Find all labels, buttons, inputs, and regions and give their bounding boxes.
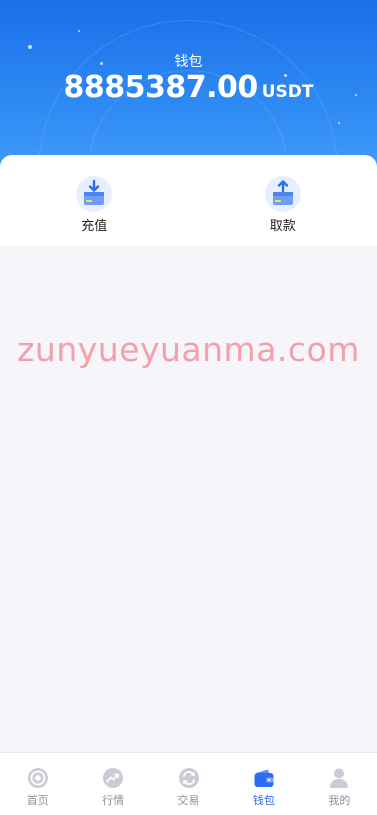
tab-market-label: 行情	[102, 794, 125, 807]
tab-wallet[interactable]: 钱包	[226, 753, 301, 815]
tab-wallet-label: 钱包	[252, 794, 275, 807]
balance-amount: 8885387.00	[63, 70, 258, 105]
decor-dot	[78, 30, 80, 32]
deposit-icon	[76, 176, 113, 212]
tab-profile-label: 我的	[328, 794, 351, 807]
wallet-actions: 充值 取款	[0, 155, 377, 246]
watermark: zunyueyuanma.com	[17, 330, 360, 369]
tab-trade-label: 交易	[177, 794, 200, 807]
tab-market[interactable]: 行情	[75, 753, 150, 815]
profile-icon	[330, 768, 349, 788]
market-icon	[103, 768, 124, 788]
tab-home-label: 首页	[26, 794, 49, 807]
tab-home[interactable]: 首页	[0, 753, 75, 815]
withdraw-icon	[264, 176, 301, 212]
balance-display: 8885387.00 USDT	[0, 70, 377, 105]
wallet-title: 钱包	[174, 54, 203, 70]
withdraw-label: 取款	[269, 219, 296, 234]
deposit-button[interactable]: 充值	[0, 155, 189, 246]
tab-profile[interactable]: 我的	[302, 753, 377, 815]
tab-trade[interactable]: 交易	[151, 753, 226, 815]
bottom-tab-bar: 首页 行情 交易 钱包 我的	[0, 752, 377, 815]
balance-unit: USDT	[261, 82, 314, 102]
decor-dot	[28, 45, 32, 49]
home-icon	[27, 768, 48, 788]
withdraw-button[interactable]: 取款	[189, 155, 377, 246]
trade-icon	[178, 768, 199, 788]
deposit-label: 充值	[81, 219, 108, 234]
decor-dot	[338, 122, 340, 124]
wallet-icon	[254, 769, 274, 787]
